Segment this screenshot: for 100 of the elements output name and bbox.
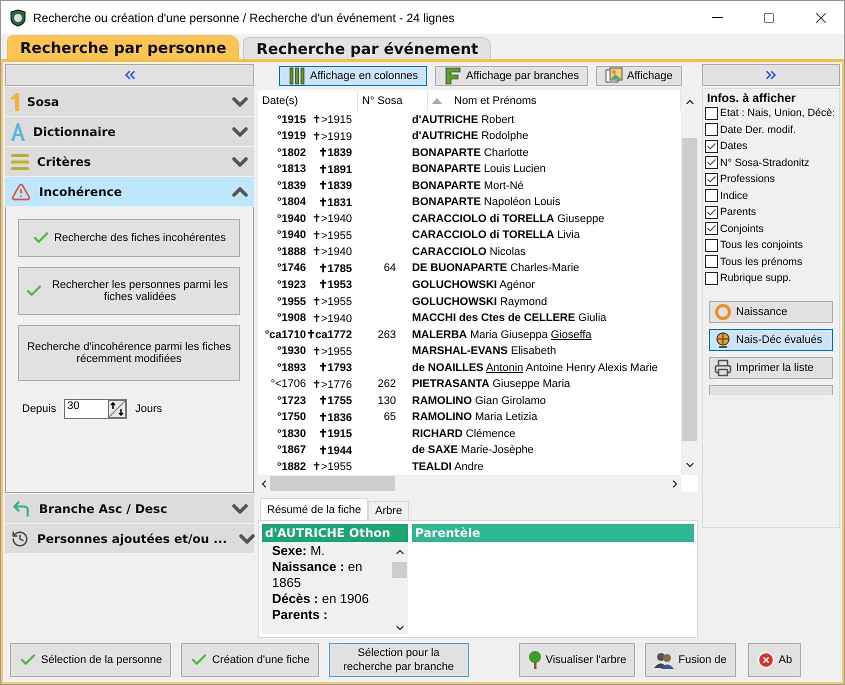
search-button[interactable]: Recherche des fiches incohérentes	[18, 219, 240, 257]
filter-button[interactable]: Nais-Déc évalués	[709, 328, 833, 350]
person-name-cell-text: CARACCIOLO Nicolas	[411, 246, 527, 258]
accordion-section[interactable]: Branche Asc / Desc	[5, 494, 254, 523]
person-name-cell-text: GOLUCHOWSKI Raymond	[411, 296, 548, 308]
app-logo-icon	[9, 8, 27, 26]
checkbox[interactable]	[705, 172, 718, 186]
checkbox[interactable]	[705, 206, 718, 219]
checkbox[interactable]	[705, 140, 718, 153]
filter-button[interactable]: Naissance	[709, 300, 833, 322]
sosa-icon	[11, 92, 19, 110]
tab[interactable]: Recherche par personne	[7, 35, 240, 59]
checkbox[interactable]	[705, 272, 718, 285]
search-button[interactable]: Recherche d'incohérence parmi les fiches récemment modifiées	[18, 325, 240, 381]
action-button[interactable]: Fusion de	[645, 643, 736, 677]
accordion-section[interactable]: Sosa	[5, 87, 254, 116]
person-name-cell-text: d'AUTRICHE Robert	[411, 114, 516, 126]
sosa-number-cell-text: 262	[376, 378, 397, 390]
death-date-cell-text: ✝1891	[318, 162, 352, 176]
sosa-number-cell-text: 130	[376, 394, 397, 407]
scroll-thumb	[392, 562, 407, 578]
person-header: d'AUTRICHE Othon	[262, 524, 408, 542]
printer-icon	[714, 358, 732, 376]
globe-icon	[714, 330, 732, 348]
death-date-cell-text: ✝1755	[318, 394, 352, 408]
view-mode-button[interactable]: Affichage	[596, 66, 682, 86]
action-button[interactable]: Visualiser l'arbre	[518, 643, 636, 677]
action-button[interactable]: Création d'une fiche	[181, 643, 319, 677]
birth-date-cell-text: °1830	[276, 428, 306, 440]
person-name-cell-text: BONAPARTE Louis Lucien	[411, 163, 547, 176]
group-title: Infos. à afficher	[707, 91, 797, 105]
column-header[interactable]: N° Sosa	[358, 90, 428, 112]
death-date-cell-text: ✝>1940	[311, 245, 352, 258]
accordion-section[interactable]: Personnes ajoutées et/ou ...	[5, 524, 254, 553]
checkbox[interactable]	[705, 255, 718, 268]
accordion-section[interactable]: Critères	[5, 147, 254, 176]
days-spinner[interactable]: 30	[64, 399, 128, 419]
branch-arrow-icon	[11, 498, 31, 518]
warning-icon	[11, 182, 31, 202]
checkbox-label: Rubrique supp.	[720, 272, 792, 284]
filter-button[interactable]: Imprimer la liste	[709, 356, 833, 378]
person-name-cell-text: DE BUONAPARTE Charles-Marie	[411, 262, 580, 274]
birth-date-cell-text: °1882	[276, 460, 306, 473]
people-icon	[654, 651, 674, 669]
death-date-cell-text: ✝1839	[318, 179, 352, 192]
checkbox-label: Parents	[720, 206, 756, 218]
person-name-cell-text: MACCHI des Ctes de CELLERE Giulia	[411, 312, 608, 324]
dictionary-icon	[11, 122, 25, 140]
birth-date-cell-text: °1746	[276, 262, 306, 274]
history-icon	[11, 530, 29, 548]
action-button[interactable]: Sélection pour la recherche par branche	[328, 643, 469, 677]
person-name-cell-text: CARACCIOLO di TORELLA Giuseppe	[411, 212, 606, 225]
death-date-cell-text: ✝>1940	[311, 312, 352, 325]
summary-field: Décès : en 1906	[272, 591, 391, 607]
accordion-section[interactable]: Dictionnaire	[5, 117, 254, 146]
accordion-section[interactable]: Incohérence	[5, 177, 254, 206]
checkbox[interactable]	[705, 156, 718, 170]
person-name-cell-text: RAMOLINO Maria Letizia	[411, 411, 538, 424]
death-date-cell-text: ✝>1919	[311, 130, 352, 143]
death-date-cell-text: ✝1831	[318, 196, 352, 209]
death-date-cell-text: ✝>1955	[311, 460, 352, 474]
death-date-cell-text: ✝1839	[318, 146, 352, 160]
detail-tab[interactable]: Résumé de la fiche	[260, 498, 368, 520]
checkbox[interactable]	[705, 238, 718, 252]
birth-date-cell-text: °1915	[276, 114, 306, 126]
death-date-cell-text: ✝>1776	[311, 378, 352, 391]
criteria-icon	[11, 154, 29, 170]
action-button[interactable]: Ab	[748, 643, 802, 677]
person-name-cell-text: de SAXE Marie-Josèphe	[411, 444, 535, 456]
checkbox[interactable]	[705, 123, 718, 136]
checkbox[interactable]	[705, 222, 718, 236]
view-mode-button[interactable]: Affichage par branches	[435, 66, 588, 86]
birth-date-cell-text: °1955	[276, 296, 306, 308]
column-header[interactable]: Date(s)	[258, 90, 358, 112]
sosa-number-cell-text: 65	[382, 411, 397, 424]
birth-date-cell-text: °1940	[276, 229, 306, 242]
vertical-scrollbar[interactable]	[681, 90, 698, 475]
person-name-cell-text: BONAPARTE Mort-Né	[411, 180, 525, 192]
birth-date-cell-text: °1867	[276, 444, 306, 456]
tab[interactable]: Recherche par événement	[243, 37, 492, 59]
search-button[interactable]: Rechercher les personnes parmi les fiches validées	[18, 267, 240, 315]
death-date-cell-text: ✝>1940	[311, 212, 352, 226]
person-name-cell-text: PIETRASANTA Giuseppe Maria	[411, 378, 572, 390]
detail-tab[interactable]: Arbre	[368, 501, 410, 520]
picture-icon	[604, 67, 623, 85]
ring-icon	[714, 302, 732, 320]
death-date-cell-text: ✝1953	[318, 278, 352, 292]
checkbox[interactable]	[705, 189, 718, 202]
death-date-cell-text: ✝1915	[318, 427, 352, 440]
birth-date-cell-text: °1940	[276, 212, 306, 225]
birth-date-cell-text: °1723	[276, 394, 306, 407]
death-date-cell-text: ✝1785	[318, 262, 352, 275]
view-mode-button[interactable]: Affichage en colonnes	[279, 66, 428, 86]
minimize-icon	[712, 17, 722, 18]
spinner-arrows-icon	[108, 400, 126, 418]
checkbox[interactable]	[705, 106, 718, 120]
action-button[interactable]: Sélection de la personne	[10, 643, 172, 677]
person-name-cell-text: CARACCIOLO di TORELLA Livia	[411, 229, 581, 242]
birth-date-cell-text: °<1706	[270, 378, 306, 390]
sosa-number-cell-text: 263	[376, 328, 397, 341]
